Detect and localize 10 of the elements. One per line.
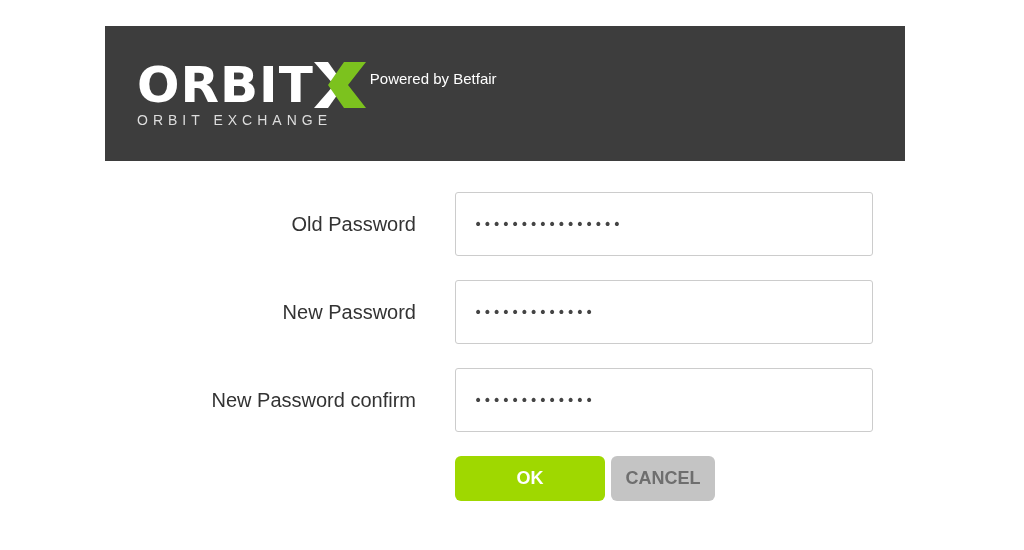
- password-field[interactable]: •••••••••••••: [455, 368, 873, 432]
- field-label: Old Password: [290, 212, 416, 236]
- field-label: New Password: [281, 300, 416, 324]
- logo-wordmark: ORBIT: [137, 59, 314, 110]
- field-label: New Password confirm: [210, 388, 416, 412]
- logo-tagline: Powered by Betfair: [369, 69, 497, 87]
- password-field[interactable]: •••••••••••••: [455, 280, 873, 344]
- logo-mark-icon: [313, 61, 366, 108]
- password-field[interactable]: ••••••••••••••••: [455, 192, 873, 256]
- logo-subtitle: ORBIT EXCHANGE: [137, 111, 333, 128]
